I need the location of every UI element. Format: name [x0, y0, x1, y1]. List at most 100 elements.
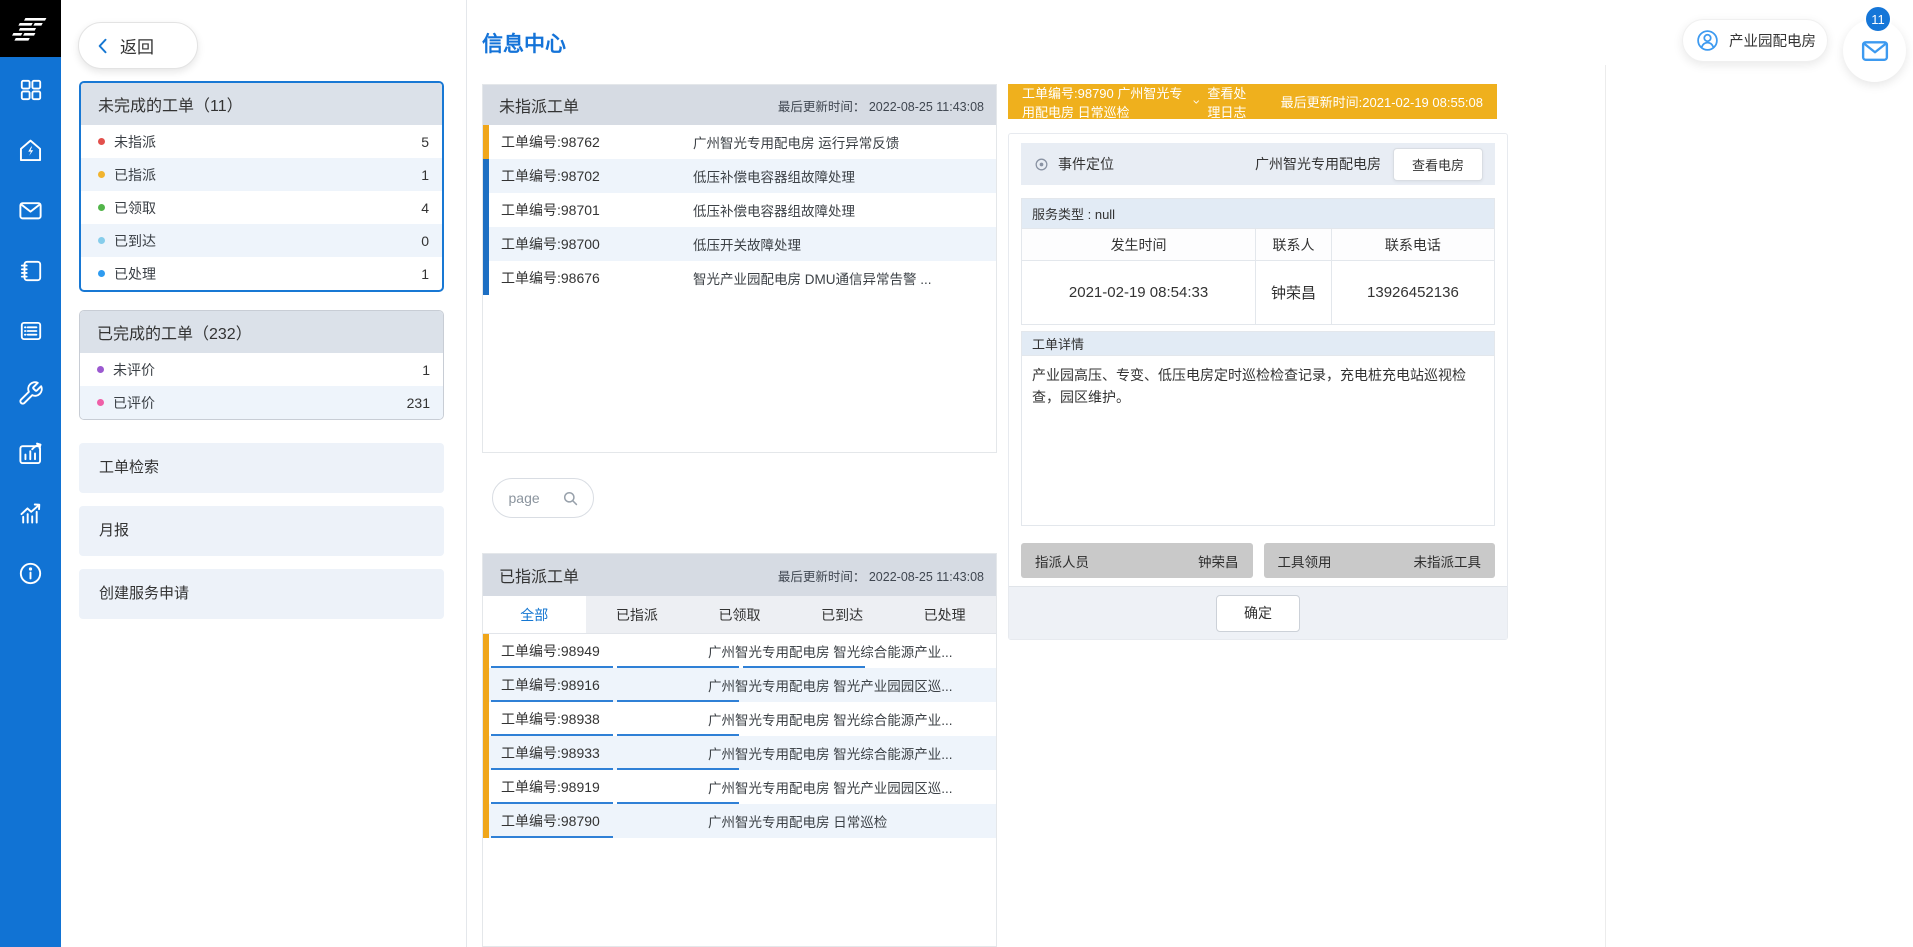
search-input[interactable] [507, 489, 555, 507]
content-right-divider [1605, 65, 1606, 947]
status-row-assigned[interactable]: 已指派 1 [81, 158, 442, 191]
app-logo[interactable] [0, 0, 61, 57]
menu-monthly-report[interactable]: 月报 [79, 506, 444, 556]
detail-footer: 确定 [1009, 586, 1507, 639]
back-button[interactable]: 返回 [78, 22, 198, 69]
tab-all[interactable]: 全部 [483, 596, 586, 633]
tab-arrived[interactable]: 已到达 [791, 596, 894, 633]
status-count: 0 [421, 233, 429, 249]
detail-updated: 最后更新时间:2021-02-19 08:55:08 [1281, 92, 1483, 111]
sidebar-item-report[interactable] [0, 429, 61, 477]
list-item[interactable]: 工单编号:98919 广州智光专用配电房 智光产业园园区巡... [483, 770, 996, 804]
location-icon [1033, 156, 1050, 173]
phone-value: 13926452136 [1331, 261, 1494, 325]
row-marker [483, 193, 489, 227]
view-room-button[interactable]: 查看电房 [1393, 148, 1483, 181]
sidebar-item-apps[interactable] [0, 66, 61, 114]
tools-bar[interactable]: 工具领用 未指派工具 [1264, 543, 1496, 578]
list-item[interactable]: 工单编号:98762 广州智光专用配电房 运行异常反馈 [483, 125, 996, 159]
order-no: 工单编号:98700 [501, 234, 600, 254]
sidebar-item-notebook[interactable] [0, 247, 61, 295]
page-search[interactable] [492, 478, 594, 518]
order-no: 工单编号:98916 [501, 675, 600, 695]
status-count: 4 [421, 200, 429, 216]
center-column: 信息中心 未指派工单 最后更新时间： 2022-08-25 11:43:08 工… [482, 0, 997, 947]
sidebar-item-info[interactable] [0, 549, 61, 597]
tab-claimed[interactable]: 已领取 [688, 596, 791, 633]
back-label: 返回 [120, 33, 154, 58]
service-table: 发生时间 联系人 联系电话 2021-02-19 08:54:33 钟荣昌 13… [1021, 228, 1495, 325]
unfinished-orders-card[interactable]: 未完成的工单（11） 未指派 5 已指派 1 已领取 4 已到达 0 [79, 81, 444, 292]
order-desc: 广州智光专用配电房 智光产业园园区巡... [708, 777, 988, 797]
list-item[interactable]: 工单编号:98938 广州智光专用配电房 智光综合能源产业... [483, 702, 996, 736]
status-row-rated[interactable]: 已评价 231 [80, 386, 443, 419]
row-marker [483, 159, 489, 193]
menu-create-service-request[interactable]: 创建服务申请 [79, 569, 444, 619]
status-row-claimed[interactable]: 已领取 4 [81, 191, 442, 224]
tab-processed[interactable]: 已处理 [893, 596, 996, 633]
list-item[interactable]: 工单编号:98700 低压开关故障处理 [483, 227, 996, 261]
chevron-left-icon [93, 36, 113, 56]
order-desc: 低压补偿电容器组故障处理 [693, 166, 988, 186]
list-item[interactable]: 工单编号:98676 智光产业园配电房 DMU通信异常告警 ... [483, 261, 996, 295]
order-desc: 广州智光专用配电房 智光综合能源产业... [708, 743, 988, 763]
sidebar-item-tools[interactable] [0, 369, 61, 417]
row-marker [483, 227, 489, 261]
list-item[interactable]: 工单编号:98702 低压补偿电容器组故障处理 [483, 159, 996, 193]
sidebar-item-worklist[interactable] [0, 307, 61, 355]
assignee-bar[interactable]: 指派人员 钟荣昌 [1021, 543, 1253, 578]
sidebar-item-statistics[interactable] [0, 489, 61, 537]
status-dot-red [98, 138, 105, 145]
view-log-button[interactable]: 查看处理日志 [1192, 83, 1255, 121]
status-row-unassigned[interactable]: 未指派 5 [81, 125, 442, 158]
occur-time-value: 2021-02-19 08:54:33 [1022, 261, 1256, 325]
list-item[interactable]: 工单编号:98949 广州智光专用配电房 智光综合能源产业... [483, 634, 996, 668]
unassigned-panel-updated: 最后更新时间： 2022-08-25 11:43:08 [778, 96, 984, 115]
sidebar-item-messages[interactable] [0, 186, 61, 234]
unfinished-orders-title: 未完成的工单（11） [81, 83, 442, 125]
list-item[interactable]: 工单编号:98701 低压补偿电容器组故障处理 [483, 193, 996, 227]
assigned-orders-panel: 已指派工单 最后更新时间： 2022-08-25 11:43:08 全部 已指派… [482, 553, 997, 947]
page-title: 信息中心 [482, 28, 566, 58]
app-root: 返回 未完成的工单（11） 未指派 5 已指派 1 已领取 4 已到达 [0, 0, 1913, 947]
status-count: 1 [421, 167, 429, 183]
user-icon [1695, 28, 1720, 53]
order-desc: 广州智光专用配电房 智光综合能源产业... [708, 641, 988, 661]
status-row-processed[interactable]: 已处理 1 [81, 257, 442, 290]
tab-assigned[interactable]: 已指派 [586, 596, 689, 633]
assigned-panel-title: 已指派工单 [499, 563, 579, 587]
menu-order-search[interactable]: 工单检索 [79, 443, 444, 493]
info-icon [17, 560, 44, 587]
order-no: 工单编号:98762 [501, 132, 600, 152]
status-label: 已到达 [114, 231, 156, 251]
list-item[interactable]: 工单编号:98933 广州智光专用配电房 智光综合能源产业... [483, 736, 996, 770]
nav-rail [0, 0, 61, 947]
order-no: 工单编号:98701 [501, 200, 600, 220]
status-row-arrived[interactable]: 已到达 0 [81, 224, 442, 257]
list-item[interactable]: 工单编号:98790 广州智光专用配电房 日常巡检 [483, 804, 996, 838]
chevron-down-icon [1192, 95, 1200, 109]
order-desc: 低压补偿电容器组故障处理 [693, 200, 988, 220]
user-account-button[interactable]: 产业园配电房 [1682, 19, 1828, 62]
order-no: 工单编号:98933 [501, 743, 600, 763]
row-marker [483, 668, 489, 702]
status-dot-purple [97, 366, 104, 373]
assignee-value: 钟荣昌 [1198, 551, 1239, 571]
unread-count-badge: 11 [1864, 5, 1892, 33]
row-marker [483, 261, 489, 295]
trend-chart-icon [17, 500, 44, 527]
list-item[interactable]: 工单编号:98916 广州智光专用配电房 智光产业园园区巡... [483, 668, 996, 702]
order-no: 工单编号:98676 [501, 268, 600, 288]
col-phone: 联系电话 [1331, 229, 1494, 261]
service-section: 服务类型 : null 发生时间 联系人 联系电话 2021-02-19 08:… [1021, 198, 1495, 325]
status-label: 已指派 [114, 165, 156, 185]
order-no: 工单编号:98938 [501, 709, 600, 729]
search-icon[interactable] [561, 489, 580, 508]
finished-orders-card[interactable]: 已完成的工单（232） 未评价 1 已评价 231 [79, 310, 444, 420]
sidebar-item-home[interactable] [0, 126, 61, 174]
confirm-button[interactable]: 确定 [1216, 595, 1300, 632]
row-underline [491, 836, 613, 838]
order-details-text: 产业园高压、专变、低压电房定时巡检检查记录，充电桩充电站巡视检查，园区维护。 [1021, 356, 1495, 526]
unassigned-orders-panel: 未指派工单 最后更新时间： 2022-08-25 11:43:08 工单编号:9… [482, 84, 997, 453]
status-row-unrated[interactable]: 未评价 1 [80, 353, 443, 386]
